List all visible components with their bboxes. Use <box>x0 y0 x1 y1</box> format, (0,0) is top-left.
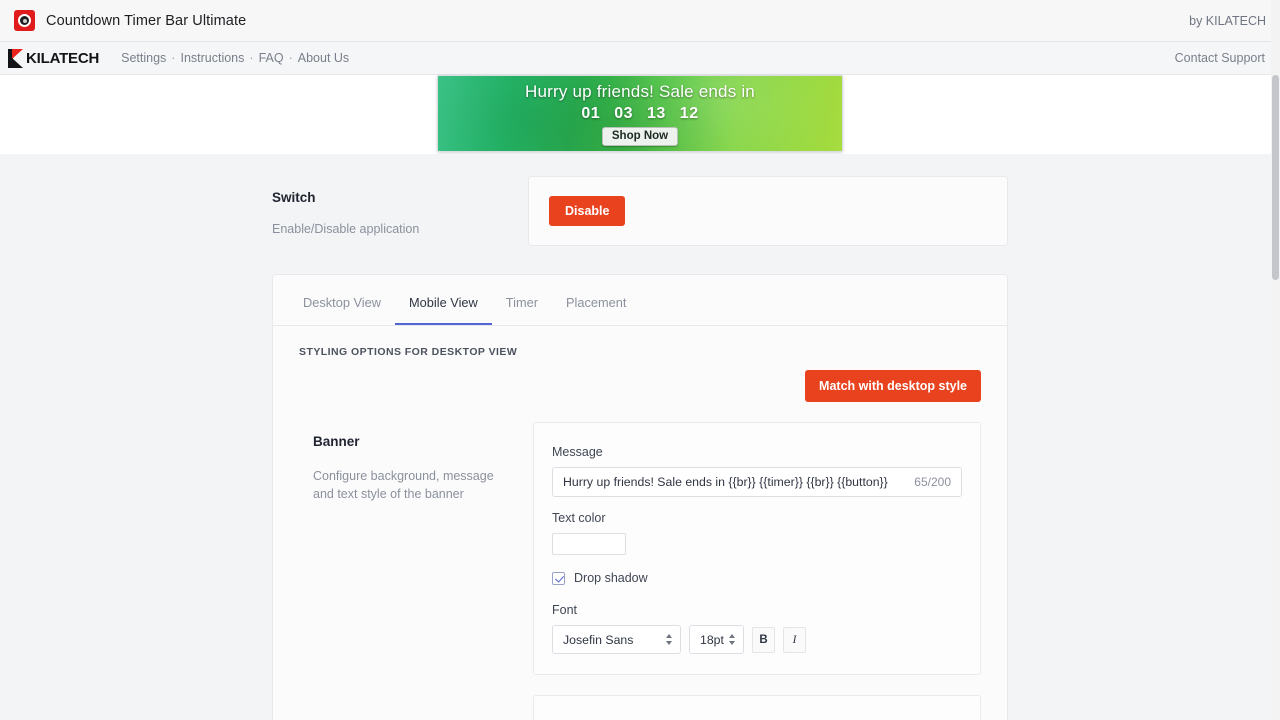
tab-mobile-view[interactable]: Mobile View <box>395 275 492 325</box>
banner-settings-fields: Message Hurry up friends! Sale ends in {… <box>533 422 981 720</box>
message-input[interactable]: Hurry up friends! Sale ends in {{br}} {{… <box>552 467 962 497</box>
match-style-row: Match with desktop style <box>299 370 981 402</box>
banner-section-subtitle: Configure background, message and text s… <box>313 469 494 502</box>
banner-style-subcard: Message Hurry up friends! Sale ends in {… <box>533 422 981 675</box>
message-input-value: Hurry up friends! Sale ends in {{br}} {{… <box>563 475 888 489</box>
message-char-counter: 65/200 <box>914 475 951 489</box>
nav-separator: · <box>249 51 254 65</box>
application-title-bar: Countdown Timer Bar Ultimate by KILATECH <box>0 0 1280 42</box>
banner-preview-area: Hurry up friends! Sale ends in 01 03 13 … <box>0 75 1280 154</box>
camera-app-icon <box>14 10 35 31</box>
switch-section-title: Switch <box>272 190 316 205</box>
background-subcard: Background <box>533 695 981 720</box>
text-color-swatch[interactable] <box>552 533 626 555</box>
banner-preview-shop-now-button[interactable]: Shop Now <box>601 127 679 146</box>
nav-links: Settings · Instructions · FAQ · About Us <box>121 51 349 65</box>
scrollbar-thumb[interactable] <box>1272 75 1279 280</box>
kilatech-k-icon <box>8 48 25 68</box>
logo-text: KILATECH <box>26 49 100 67</box>
tab-timer[interactable]: Timer <box>492 275 552 325</box>
nav-item-faq[interactable]: FAQ <box>259 51 284 65</box>
page-scrollbar[interactable] <box>1271 0 1280 720</box>
chevron-updown-icon <box>729 634 735 645</box>
disable-button[interactable]: Disable <box>549 196 626 226</box>
text-color-label: Text color <box>552 511 606 525</box>
switch-card: Disable <box>528 176 1008 246</box>
tab-desktop-view[interactable]: Desktop View <box>289 275 395 325</box>
chevron-updown-icon <box>666 634 672 645</box>
timer-seconds: 12 <box>679 105 699 122</box>
nav-separator: · <box>171 51 176 65</box>
banner-settings-labels: Banner Configure background, message and… <box>299 422 533 720</box>
nav-item-settings[interactable]: Settings <box>121 51 166 65</box>
switch-section-subtitle: Enable/Disable application <box>272 222 420 236</box>
panel-body: STYLING OPTIONS FOR DESKTOP VIEW Match w… <box>273 326 1007 720</box>
kilatech-logo: KILATECH <box>8 48 100 68</box>
content-container: Switch Enable/Disable application Disabl… <box>272 154 1008 720</box>
banner-section-title: Banner <box>313 434 360 449</box>
match-with-desktop-style-button[interactable]: Match with desktop style <box>805 370 981 402</box>
timer-minutes: 13 <box>647 105 666 122</box>
font-size-select[interactable]: 18pt <box>689 625 744 654</box>
bold-toggle-button[interactable]: B <box>752 626 775 653</box>
banner-preview-timer: 01 03 13 12 <box>581 105 698 123</box>
banner-preview-message: Hurry up friends! Sale ends in <box>525 82 755 101</box>
nav-separator: · <box>288 51 293 65</box>
italic-toggle-button[interactable]: I <box>783 626 806 653</box>
font-family-value: Josefin Sans <box>563 632 634 647</box>
font-controls: Josefin Sans 18pt B I <box>552 625 962 654</box>
font-size-value: 18pt <box>700 632 724 647</box>
switch-section: Switch Enable/Disable application Disabl… <box>272 154 1008 246</box>
font-label: Font <box>552 603 578 617</box>
drop-shadow-row[interactable]: Drop shadow <box>552 571 962 585</box>
site-navbar: KILATECH Settings · Instructions · FAQ ·… <box>0 42 1280 75</box>
timer-days: 01 <box>581 105 601 122</box>
font-family-select[interactable]: Josefin Sans <box>552 625 681 654</box>
app-title: Countdown Timer Bar Ultimate <box>46 12 247 29</box>
styling-panel: Desktop View Mobile View Timer Placement… <box>272 274 1008 720</box>
page-body: Switch Enable/Disable application Disabl… <box>0 154 1280 720</box>
styling-options-header: STYLING OPTIONS FOR DESKTOP VIEW <box>299 346 518 358</box>
tab-placement[interactable]: Placement <box>552 275 640 325</box>
drop-shadow-label: Drop shadow <box>574 571 648 585</box>
banner-settings-row: Banner Configure background, message and… <box>299 422 981 720</box>
view-tabs: Desktop View Mobile View Timer Placement <box>273 275 1007 326</box>
countdown-banner-preview: Hurry up friends! Sale ends in 01 03 13 … <box>437 75 843 152</box>
vendor-byline: by KILATECH <box>1189 13 1266 28</box>
switch-section-labels: Switch Enable/Disable application <box>272 176 528 246</box>
contact-support-link[interactable]: Contact Support <box>1175 51 1265 65</box>
nav-item-instructions[interactable]: Instructions <box>180 51 244 65</box>
nav-item-about-us[interactable]: About Us <box>298 51 349 65</box>
drop-shadow-checkbox[interactable] <box>552 571 565 585</box>
timer-hours: 03 <box>614 105 633 122</box>
message-label: Message <box>552 445 603 459</box>
